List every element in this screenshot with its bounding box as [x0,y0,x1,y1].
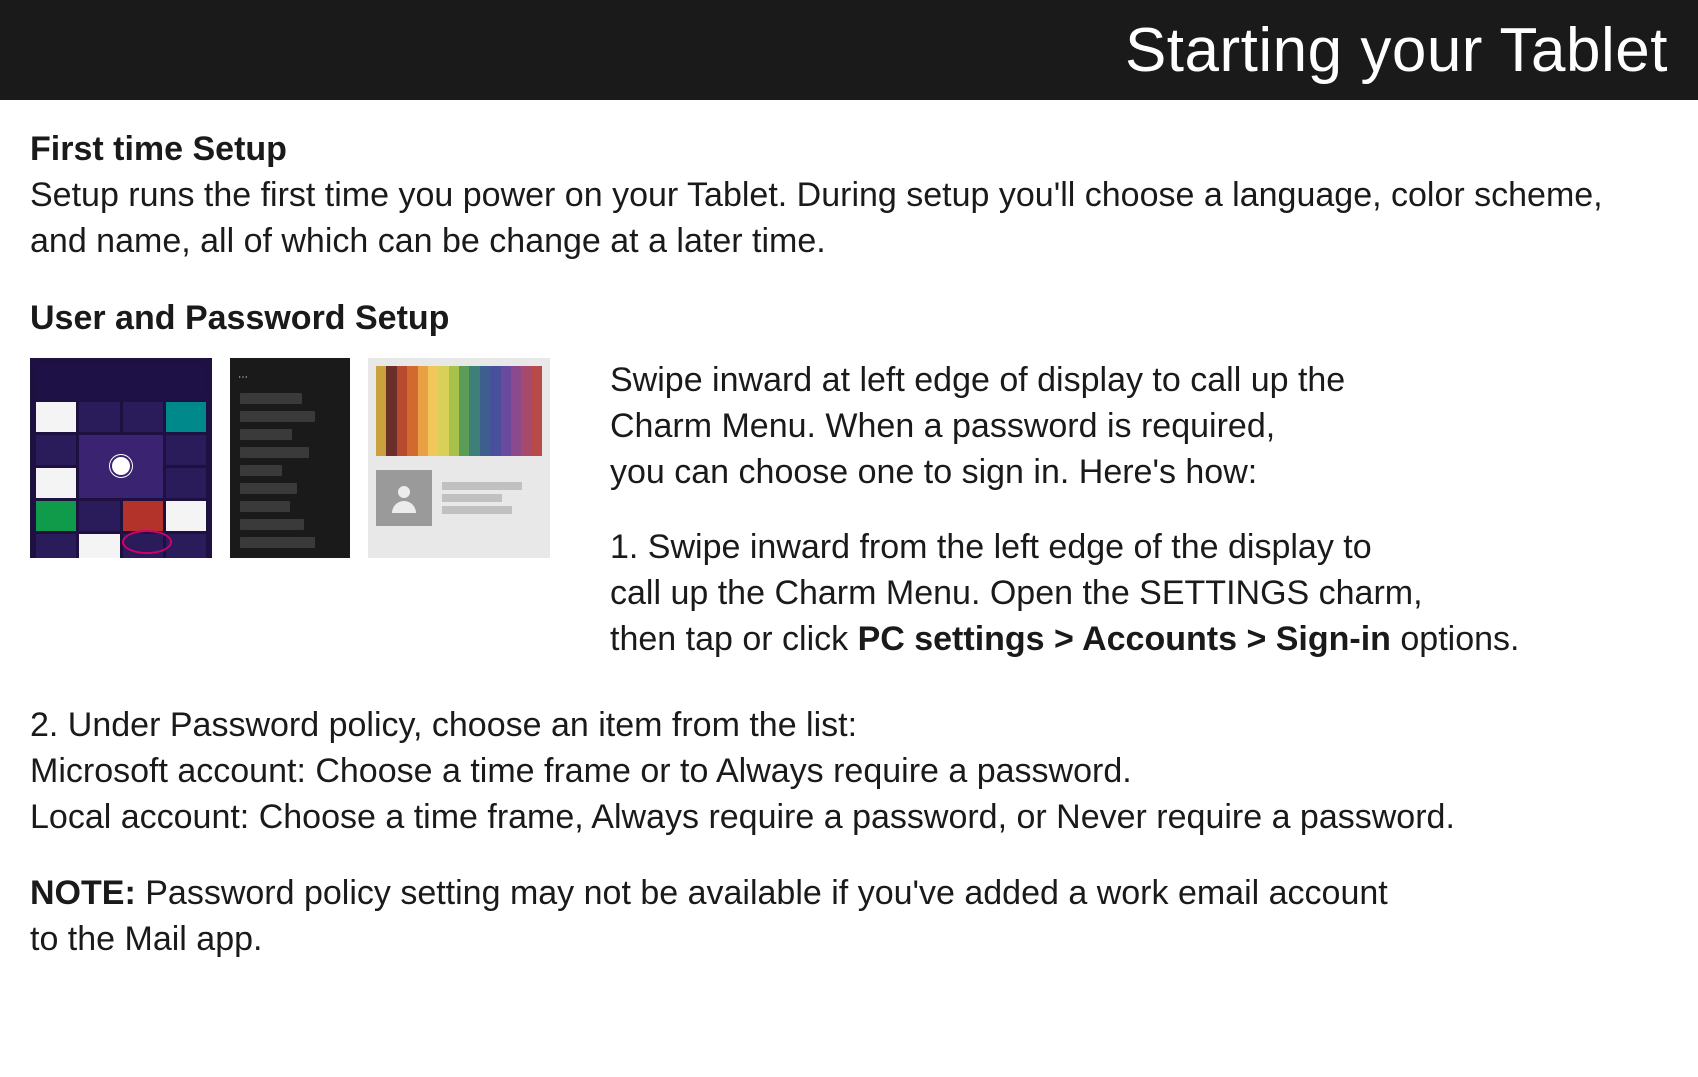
color-swatch [459,366,469,456]
step2-line-2: Microsoft account: Choose a time frame o… [30,749,1668,795]
color-swatch [490,366,500,456]
color-swatch [511,366,521,456]
step2-line-1: 2. Under Password policy, choose an item… [30,703,1668,749]
color-swatch [501,366,511,456]
color-swatch [469,366,479,456]
note-body-1: Password policy setting may not be avail… [136,874,1388,912]
screenshot-and-instructions-row: ⋯ Swipe inward at left edge of displ [30,358,1668,663]
highlight-circle-icon [122,530,172,554]
instructions-right-column: Swipe inward at left edge of display to … [610,358,1668,663]
screenshot-start-screen [30,358,212,558]
step1-line-1: 1. Swipe inward from the left edge of th… [610,525,1668,571]
charm-intro-line-2: Charm Menu. When a password is required, [610,404,1668,450]
first-setup-body: Setup runs the first time you power on y… [30,173,1668,265]
screenshot-settings-menu: ⋯ [230,358,350,558]
section-heading-user-password: User and Password Setup [30,299,1668,338]
color-swatch [438,366,448,456]
charm-intro-line-3: you can choose one to sign in. Here's ho… [610,450,1668,496]
color-swatch [376,366,386,456]
screenshot-accounts-screen [368,358,550,558]
screenshots-group: ⋯ [30,358,570,663]
user-avatar-icon [376,470,432,526]
color-swatch [386,366,396,456]
step1-line-3: then tap or click PC settings > Accounts… [610,617,1668,663]
charm-intro-line-1: Swipe inward at left edge of display to … [610,358,1668,404]
note-label: NOTE: [30,874,136,912]
step2-line-3: Local account: Choose a time frame, Alwa… [30,795,1668,841]
page-title: Starting your Tablet [1125,15,1668,86]
step1-line-3-suffix: options. [1391,620,1520,658]
color-swatch [449,366,459,456]
color-swatch [407,366,417,456]
note-line-2: to the Mail app. [30,917,1668,963]
color-swatch [532,366,542,456]
color-swatch [418,366,428,456]
instructions-bottom: 2. Under Password policy, choose an item… [30,703,1668,962]
color-swatch [397,366,407,456]
step1-line-3-prefix: then tap or click [610,620,858,658]
page-content: First time Setup Setup runs the first ti… [0,100,1698,993]
step1-line-2: call up the Charm Menu. Open the SETTING… [610,571,1668,617]
step1-bold-path: PC settings > Accounts > Sign-in [858,620,1391,658]
note-line-1: NOTE: Password policy setting may not be… [30,871,1668,917]
color-swatch [521,366,531,456]
page-header: Starting your Tablet [0,0,1698,100]
color-swatch [480,366,490,456]
section-heading-first-setup: First time Setup [30,130,1668,169]
color-swatch [428,366,438,456]
